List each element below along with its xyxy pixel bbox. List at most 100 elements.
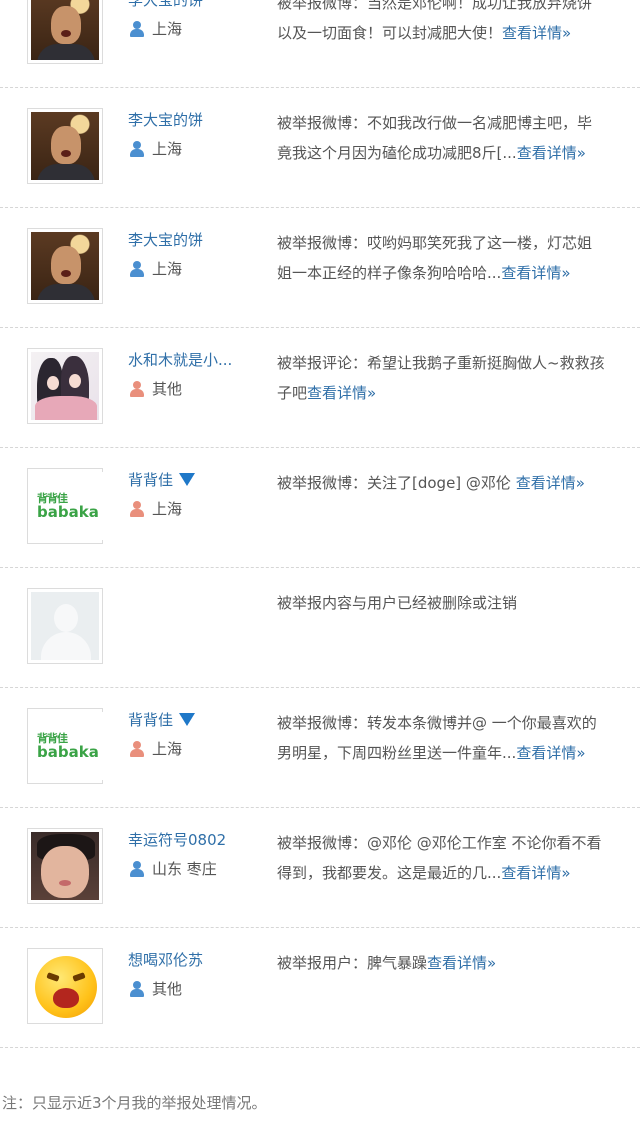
male-user-icon	[130, 20, 144, 37]
user-location: 上海	[130, 738, 182, 759]
report-row: 李大宝的饼上海 被举报微博：当然是邓伦啊！成功让我放弃烧饼以及一切面食！可以封减肥…	[0, 0, 640, 88]
user-avatar[interactable]	[27, 228, 103, 304]
user-avatar[interactable]	[27, 828, 103, 904]
avatar-image	[31, 232, 99, 300]
user-avatar[interactable]	[27, 108, 103, 184]
username-text[interactable]: 想喝邓伦苏	[128, 949, 203, 970]
avatar-image	[31, 0, 99, 60]
avatar-art	[41, 846, 89, 898]
icon-head	[133, 380, 141, 389]
username-text[interactable]: 李大宝的饼	[128, 229, 203, 250]
view-details-link[interactable]: 查看详情»	[307, 384, 376, 402]
footer-note: 注：只显示近3个月我的举报处理情况。	[2, 1094, 267, 1112]
view-details-link[interactable]: 查看详情»	[501, 864, 570, 882]
username-link[interactable]: 幸运符号0802	[128, 829, 226, 850]
username-link[interactable]: 李大宝的饼	[128, 109, 203, 130]
username-link[interactable]: 李大宝的饼	[128, 0, 203, 10]
avatar-art	[37, 284, 95, 300]
username-text[interactable]: 幸运符号0802	[128, 829, 226, 850]
report-content: 被举报微博：关注了[doge] @邓伦 查看详情»	[277, 468, 629, 498]
report-text: 被举报微博：当然是邓伦啊！成功让我放弃烧饼	[277, 0, 593, 12]
icon-body	[130, 508, 144, 517]
report-content: 被举报微博：哎哟妈耶笑死我了这一楼，灯芯姐 姐一本正经的样子像条狗哈哈哈...查看…	[277, 228, 629, 288]
report-text: 得到，我都要发。这是最近的几...	[277, 864, 502, 882]
avatar-art	[51, 6, 81, 44]
view-details-link[interactable]: 查看详情»	[516, 744, 585, 762]
report-text: 以及一切面食！可以封减肥大使！	[277, 24, 503, 42]
avatar-art	[53, 988, 79, 1008]
user-location: 上海	[130, 138, 182, 159]
view-details-link[interactable]: 查看详情»	[517, 144, 586, 162]
report-row: 李大宝的饼上海 被举报微博：不如我改行做一名减肥博主吧，毕 竟我这个月因为磕伦成功减…	[0, 88, 640, 208]
avatar-art	[37, 44, 95, 60]
report-row: 背背佳 babaka 背背佳上海 被举报微博：转发本条微博并@ 一个你最喜欢的 男明星，…	[0, 688, 640, 808]
username-link[interactable]: 背背佳	[128, 709, 196, 730]
user-avatar[interactable]	[27, 0, 103, 64]
user-avatar[interactable]: 背背佳 babaka	[27, 468, 105, 544]
avatar-art	[54, 604, 78, 632]
icon-body	[130, 388, 144, 397]
avatar-image: 背背佳 babaka	[31, 472, 105, 540]
username-link[interactable]: 想喝邓伦苏	[128, 949, 203, 970]
report-text: 子吧	[277, 384, 308, 402]
verified-badge-icon	[179, 713, 196, 726]
avatar-logo-text: babaka	[37, 502, 99, 521]
user-avatar[interactable]	[27, 348, 103, 424]
user-avatar[interactable]	[27, 588, 103, 664]
avatar-art	[61, 270, 71, 277]
view-details-link[interactable]: 查看详情»	[516, 474, 585, 492]
report-row: 被举报内容与用户已经被删除或注销	[0, 568, 640, 688]
username-text[interactable]: 背背佳	[128, 469, 173, 490]
female-user-icon	[130, 380, 144, 397]
avatar-logo-text: babaka	[37, 742, 99, 761]
report-text: 被举报微博：不如我改行做一名减肥博主吧，毕	[277, 114, 593, 132]
username-link[interactable]: 李大宝的饼	[128, 229, 203, 250]
report-content: 被举报用户：脾气暴躁查看详情»	[277, 948, 629, 978]
view-details-link[interactable]: 查看详情»	[427, 954, 496, 972]
report-text: 被举报评论：希望让我鹅子重新挺胸做人~救救孩	[277, 354, 605, 372]
report-row: 幸运符号0802 山东 枣庄 被举报微博：@邓伦 @邓伦工作室 不论你看不看 得到，我…	[0, 808, 640, 928]
report-row: 水和木就是小... 其他 被举报评论：希望让我鹅子重新挺胸做人~救救孩 子吧查看详情»	[0, 328, 640, 448]
report-text: 被举报微博：@邓伦 @邓伦工作室 不论你看不看	[277, 834, 602, 852]
username-text[interactable]: 李大宝的饼	[128, 109, 203, 130]
location-text: 上海	[152, 260, 183, 278]
username-text[interactable]: 李大宝的饼	[128, 0, 203, 10]
avatar-art	[69, 374, 81, 388]
female-user-icon	[130, 500, 144, 517]
location-text: 山东 枣庄	[152, 860, 217, 878]
user-location: 上海	[130, 258, 182, 279]
user-avatar[interactable]: 背背佳 babaka	[27, 708, 105, 784]
location-text: 上海	[152, 20, 183, 38]
avatar-image	[31, 952, 99, 1020]
male-user-icon	[130, 140, 144, 157]
username-text[interactable]: 背背佳	[128, 709, 173, 730]
icon-body	[130, 748, 144, 757]
avatar-image	[31, 832, 99, 900]
report-content: 被举报微博：不如我改行做一名减肥博主吧，毕 竟我这个月因为磕伦成功减肥8斤[...…	[277, 108, 629, 168]
icon-head	[133, 20, 141, 29]
view-details-link[interactable]: 查看详情»	[501, 264, 570, 282]
avatar-art	[51, 246, 81, 284]
avatar-image	[31, 112, 99, 180]
avatar-art	[51, 126, 81, 164]
user-location: 其他	[130, 978, 182, 999]
report-content: 被举报微博：转发本条微博并@ 一个你最喜欢的 男明星，下周四粉丝里送一件童年...…	[277, 708, 629, 768]
user-location: 上海	[130, 18, 182, 39]
username-link[interactable]: 水和木就是小...	[128, 349, 232, 370]
icon-body	[130, 868, 144, 877]
report-row: 想喝邓伦苏其他 被举报用户：脾气暴躁查看详情»	[0, 928, 640, 1048]
report-content: 被举报微博：@邓伦 @邓伦工作室 不论你看不看 得到，我都要发。这是最近的几...…	[277, 828, 629, 888]
view-details-link[interactable]: 查看详情»	[502, 24, 571, 42]
report-list: 李大宝的饼 上海 被举报微博：当然是邓伦啊！成功让我放弃烧饼 以及一切面食！可以封减肥…	[0, 0, 640, 1048]
avatar-image	[31, 352, 99, 420]
username-link[interactable]: 背背佳	[128, 469, 196, 490]
icon-body	[130, 988, 144, 997]
username-text[interactable]: 水和木就是小...	[128, 349, 232, 370]
icon-head	[133, 980, 141, 989]
location-text: 上海	[152, 740, 183, 758]
report-content: 被举报微博：当然是邓伦啊！成功让我放弃烧饼以及一切面食！可以封减肥大使！查看详情…	[277, 0, 629, 48]
location-text: 上海	[152, 140, 183, 158]
icon-body	[130, 28, 144, 37]
report-row: 李大宝的饼上海 被举报微博：哎哟妈耶笑死我了这一楼，灯芯姐 姐一本正经的样子像条狗哈…	[0, 208, 640, 328]
user-avatar[interactable]	[27, 948, 103, 1024]
